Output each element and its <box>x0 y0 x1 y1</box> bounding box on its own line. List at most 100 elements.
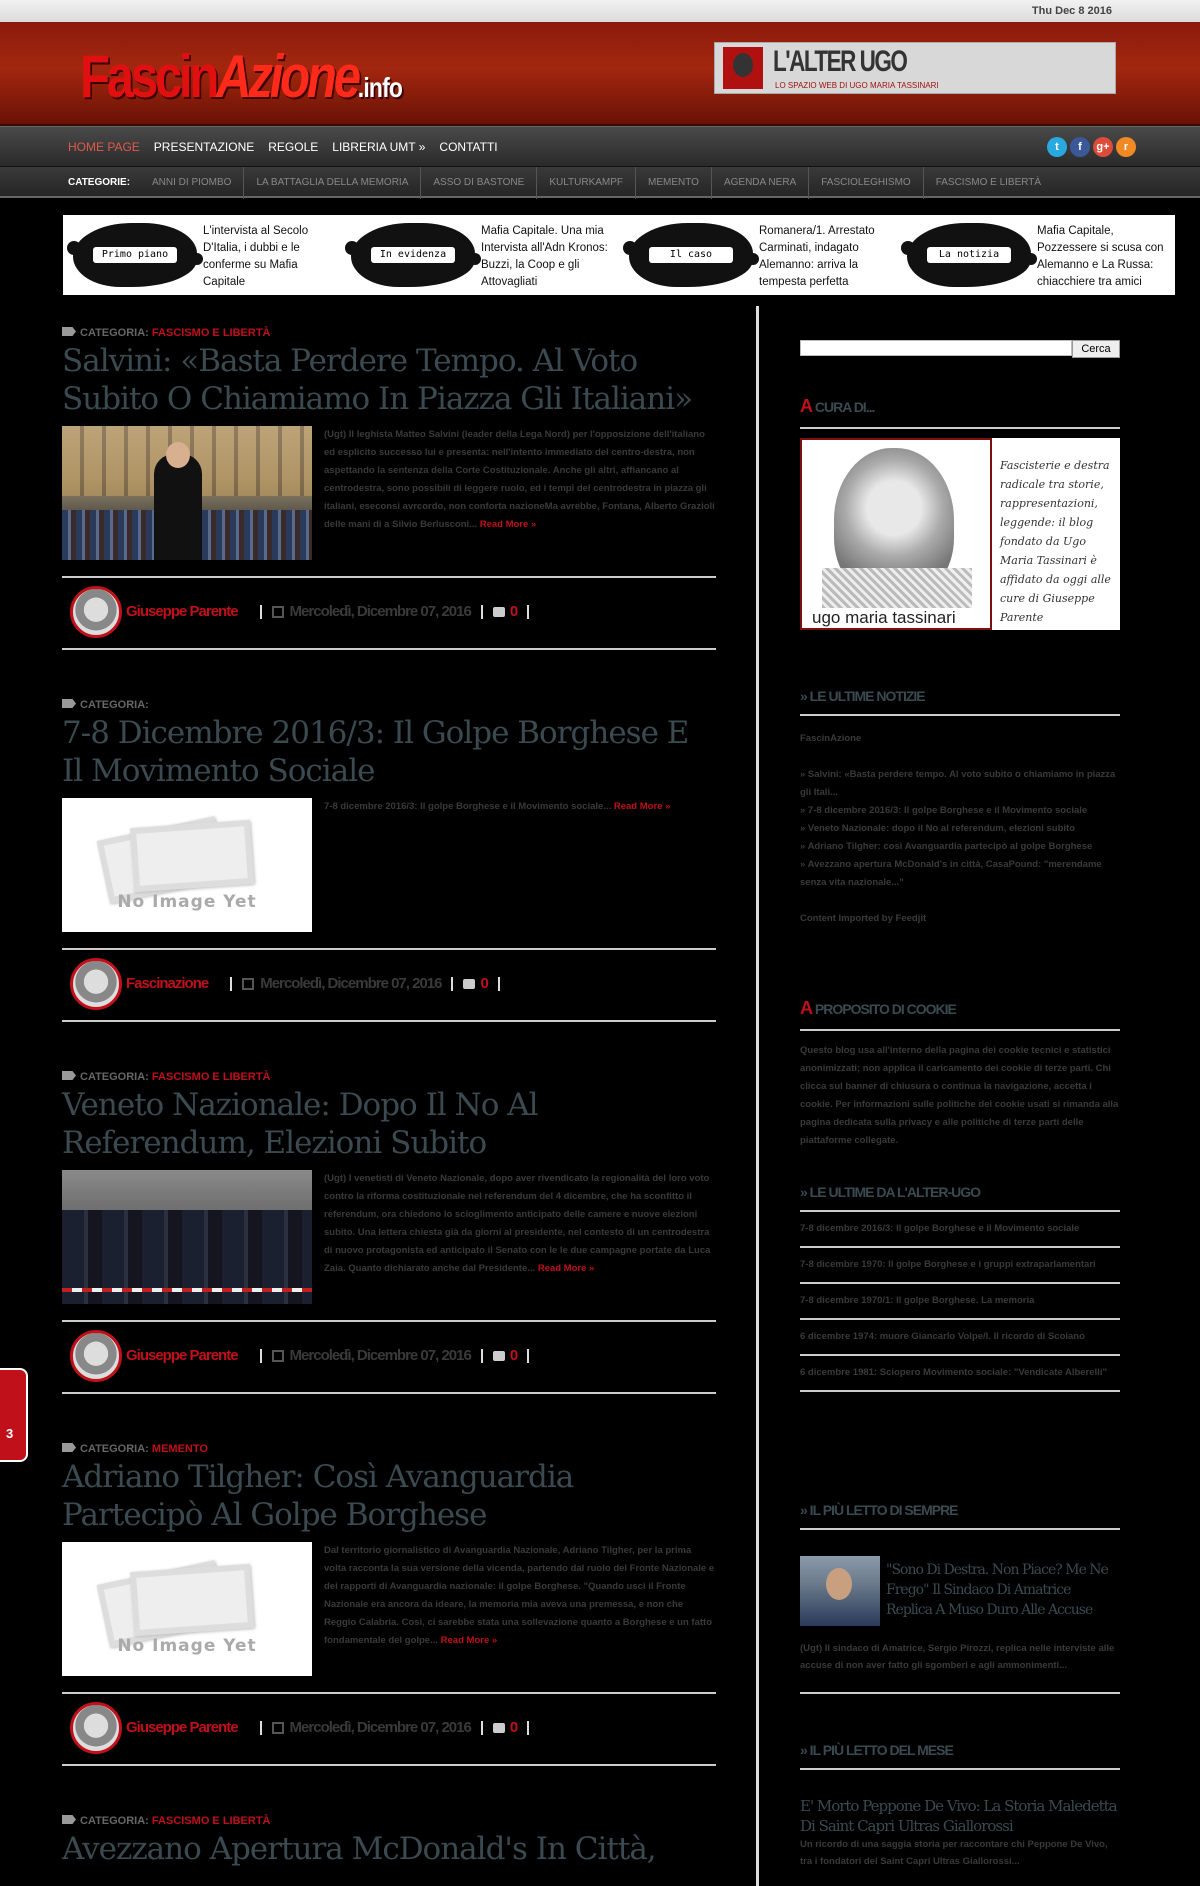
category-link[interactable]: KULTURKAMPF <box>537 167 637 199</box>
nav-regole[interactable]: REGOLE <box>268 127 318 167</box>
list-item[interactable]: 7-8 dicembre 1970/1: Il golpe Borghese. … <box>800 1284 1120 1320</box>
search-input[interactable] <box>800 340 1072 356</box>
list-item[interactable]: 6 dicembre 1981: Sciopero Movimento soci… <box>800 1356 1120 1392</box>
rss-icon[interactable]: r <box>1116 137 1136 157</box>
news-source[interactable]: FascinAzione <box>800 730 1120 748</box>
curator-photo[interactable]: ugo maria tassinari <box>800 438 992 630</box>
tag-icon <box>62 1815 76 1824</box>
alter-ugo-list: 7-8 dicembre 2016/3: Il golpe Borghese e… <box>800 1212 1120 1392</box>
widget-title: » LE ULTIME NOTIZIE <box>800 688 1120 716</box>
post-thumbnail[interactable]: No Image Yet <box>62 798 312 932</box>
facebook-icon[interactable]: f <box>1070 137 1090 157</box>
google-plus-icon[interactable]: g+ <box>1093 137 1113 157</box>
comment-count[interactable]: 0 <box>480 975 488 992</box>
post-meta: Giuseppe Parente Mercoledì, Dicembre 07, … <box>62 576 716 650</box>
nav-home[interactable]: HOME PAGE <box>68 127 140 167</box>
ink-splat-badge: Primo piano <box>67 223 203 287</box>
author-link[interactable]: Fascinazione <box>126 975 209 992</box>
read-more-link[interactable]: Read More » <box>614 801 671 812</box>
comment-count[interactable]: 0 <box>510 1719 518 1736</box>
month-title[interactable]: E' Morto Peppone De Vivo: La Storia Male… <box>800 1796 1120 1836</box>
site-logo[interactable]: FascinAzione.info <box>80 42 403 123</box>
featured-text[interactable]: Romanera/1. Arrestato Carminati, indagat… <box>759 223 893 291</box>
comment-count[interactable]: 0 <box>510 1347 518 1364</box>
category-label: CATEGORIA: <box>80 1071 149 1083</box>
category-link[interactable]: ASSO DI BASTONE <box>421 167 538 199</box>
nav-libreria[interactable]: LIBRERIA UMT » <box>332 127 425 167</box>
news-link[interactable]: » Avezzano apertura McDonald's in città,… <box>800 856 1120 892</box>
category-link[interactable]: ANNI DI PIOMBO <box>140 167 245 199</box>
popular-excerpt: (Ugt) Il sindaco di Amatrice, Sergio Pir… <box>800 1643 1115 1671</box>
news-link[interactable]: » Veneto Nazionale: dopo il No al refere… <box>800 820 1120 838</box>
category-link[interactable]: FASCISMO E LIBERTÀ <box>152 1071 271 1083</box>
category-link[interactable]: FASCISMO E LIBERTÀ <box>152 327 271 339</box>
post-meta: Giuseppe Parente Mercoledì, Dicembre 07, … <box>62 1320 716 1394</box>
post-category: CATEGORIA: <box>62 698 716 712</box>
comment-icon <box>492 1350 505 1361</box>
search-form: Cerca <box>800 340 1120 358</box>
feedjit-credit[interactable]: Content Imported by Feedjit <box>800 910 1120 928</box>
category-link[interactable]: LA BATTAGLIA DELLA MEMORIA <box>244 167 422 199</box>
logo-part1: Fascin <box>80 43 219 110</box>
nav-presentazione[interactable]: PRESENTAZIONE <box>154 127 254 167</box>
category-link[interactable]: FASCISMO E LIBERTÀ <box>924 167 1053 199</box>
post-category: CATEGORIA: FASCISMO E LIBERTÀ <box>62 1070 716 1084</box>
excerpt-text: Dal territorio giornalistico di Avanguar… <box>324 1545 715 1646</box>
read-more-link[interactable]: Read More » <box>480 519 537 530</box>
category-label: CATEGORIA: <box>80 699 149 711</box>
post-thumbnail[interactable]: No Image Yet <box>62 1542 312 1676</box>
post-date: Mercoledì, Dicembre 07, 2016 <box>289 1347 472 1364</box>
post-title[interactable]: Adriano Tilgher: Così Avanguardia Partec… <box>62 1458 716 1536</box>
floating-side-tab[interactable]: 3 <box>0 1368 28 1462</box>
featured-item[interactable]: Il caso Romanera/1. Arrestato Carminati,… <box>619 215 897 295</box>
read-more-link[interactable]: Read More » <box>538 1263 595 1274</box>
twitter-icon[interactable]: t <box>1047 137 1067 157</box>
author-link[interactable]: Giuseppe Parente <box>126 1719 239 1736</box>
featured-text[interactable]: Mafia Capitale, Pozzessere si scusa con … <box>1037 223 1171 291</box>
category-link[interactable]: MEMENTO <box>152 1443 208 1455</box>
list-item[interactable]: 6 dicembre 1974: muore Giancarlo Volpe/I… <box>800 1320 1120 1356</box>
category-link[interactable]: FASCIOLEGHISMO <box>809 167 924 199</box>
cookie-notice: Questo blog usa all'interno della pagina… <box>800 1045 1119 1146</box>
read-more-link[interactable]: Read More » <box>441 1635 498 1646</box>
post-title[interactable]: Veneto Nazionale: Dopo Il No Al Referend… <box>62 1086 716 1164</box>
post-title[interactable]: Salvini: «Basta Perdere Tempo. Al Voto S… <box>62 342 716 420</box>
list-item[interactable]: 7-8 dicembre 1970: Il golpe Borghese e i… <box>800 1248 1120 1284</box>
author-link[interactable]: Giuseppe Parente <box>126 1347 239 1364</box>
popular-thumbnail[interactable] <box>800 1556 880 1626</box>
category-label: CATEGORIA: <box>80 1443 149 1455</box>
featured-item[interactable]: La notizia Mafia Capitale, Pozzessere si… <box>897 215 1175 295</box>
news-link[interactable]: » 7-8 dicembre 2016/3: Il golpe Borghese… <box>800 802 1120 820</box>
category-link[interactable]: AGENDA NERA <box>712 167 810 199</box>
post-category: CATEGORIA: FASCISMO E LIBERTÀ <box>62 326 716 340</box>
alter-ugo-banner[interactable]: L'ALTER UGO LO SPAZIO WEB DI UGO MARIA T… <box>714 42 1116 94</box>
post-title[interactable]: 7-8 Dicembre 2016/3: Il Golpe Borghese E… <box>62 714 716 792</box>
category-link[interactable]: FASCISMO E LIBERTÀ <box>152 1815 271 1827</box>
widget-title-text: PROPOSITO DI COOKIE <box>812 1001 957 1017</box>
category-label: CATEGORIA: <box>80 1815 149 1827</box>
featured-item[interactable]: Primo piano L'intervista al Secolo D'Ita… <box>63 215 341 295</box>
post-thumbnail[interactable] <box>62 1170 312 1304</box>
post-date: Mercoledì, Dicembre 07, 2016 <box>289 1719 472 1736</box>
post-article: CATEGORIA: FASCISMO E LIBERTÀ Salvini: «… <box>62 326 716 650</box>
list-item[interactable]: 7-8 dicembre 2016/3: Il golpe Borghese e… <box>800 1212 1120 1248</box>
ink-splat-badge: In evidenza <box>345 223 481 287</box>
category-link[interactable]: MEMENTO <box>636 167 712 199</box>
search-button[interactable]: Cerca <box>1072 340 1120 358</box>
site-header: FascinAzione.info L'ALTER UGO LO SPAZIO … <box>0 22 1200 126</box>
post-title[interactable]: Avezzano Apertura McDonald's In Città, <box>62 1830 716 1886</box>
post-thumbnail[interactable] <box>62 426 312 560</box>
ink-splat-badge: Il caso <box>623 223 759 287</box>
category-label: CATEGORIA: <box>80 327 149 339</box>
side-tab-label: 3 <box>6 1426 14 1441</box>
news-link[interactable]: » Adriano Tilgher: così Avanguardia part… <box>800 838 1120 856</box>
news-link[interactable]: » Salvini: «Basta perdere tempo. Al voto… <box>800 766 1120 802</box>
featured-text[interactable]: L'intervista al Secolo D'Italia, i dubbi… <box>203 223 337 291</box>
comment-count[interactable]: 0 <box>510 603 518 620</box>
featured-item[interactable]: In evidenza Mafia Capitale. Una mia Inte… <box>341 215 619 295</box>
featured-text[interactable]: Mafia Capitale. Una mia Intervista all'A… <box>481 223 615 291</box>
popular-title[interactable]: "Sono Di Destra. Non Piace? Me Ne Frego"… <box>886 1560 1116 1620</box>
post-excerpt: Dal territorio giornalistico di Avanguar… <box>324 1542 716 1676</box>
nav-contatti[interactable]: CONTATTI <box>439 127 497 167</box>
author-link[interactable]: Giuseppe Parente <box>126 603 239 620</box>
